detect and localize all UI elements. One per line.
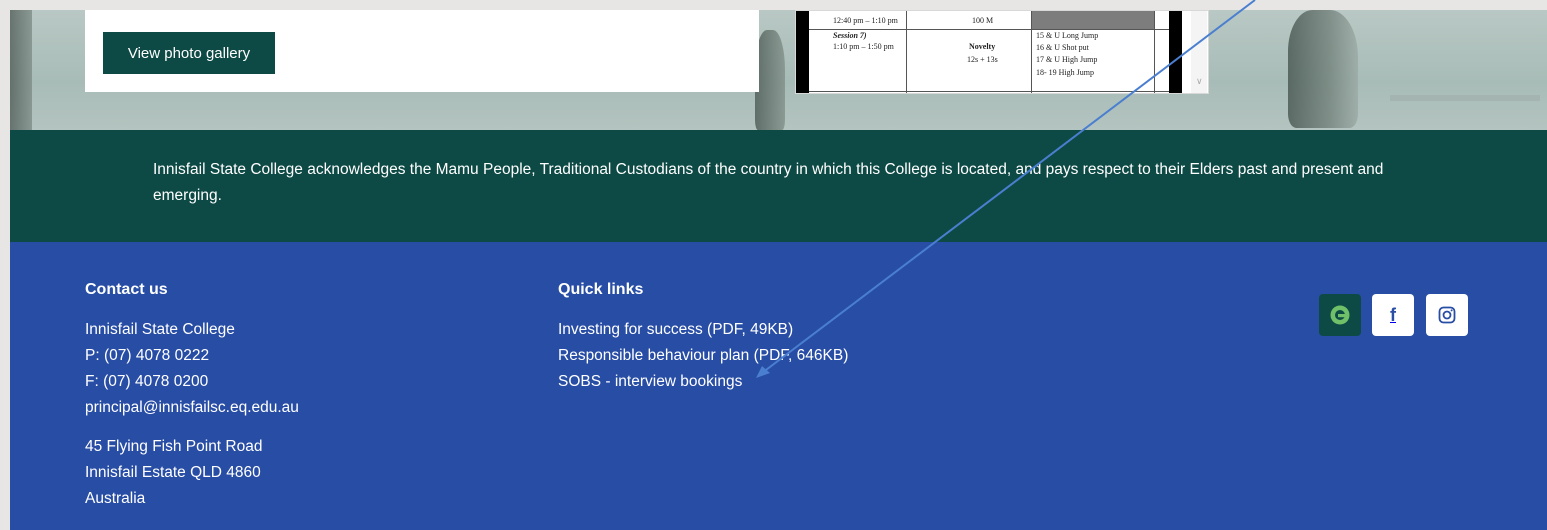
qparents-icon[interactable]	[1319, 294, 1361, 336]
schedule-time: 12:40 pm – 1:10 pm	[833, 16, 898, 25]
instagram-glyph	[1438, 306, 1456, 324]
rock-decoration	[755, 30, 785, 130]
site-footer: Contact us Innisfail State College P: (0…	[10, 242, 1547, 530]
schedule-thumbnail[interactable]: 12:40 pm – 1:10 pm 100 M Session 7) 1:10…	[795, 10, 1209, 94]
address-country: Australia	[85, 490, 146, 507]
schedule-event: Novelty	[969, 42, 996, 51]
schedule-sub-event: 15 & U Long Jump	[1036, 31, 1099, 40]
contact-heading: Contact us	[85, 281, 168, 298]
fax-number: F: (07) 4078 0200	[85, 373, 209, 390]
investing-for-success-link[interactable]: Investing for success (PDF, 49KB)	[558, 317, 848, 343]
rock-decoration	[1288, 10, 1358, 128]
schedule-rule	[809, 29, 1169, 30]
email-link[interactable]: principal@innisfailsc.eq.edu.au	[85, 395, 299, 421]
sobs-interview-bookings-link[interactable]: SOBS - interview bookings	[558, 369, 848, 395]
school-name: Innisfail State College	[85, 321, 235, 338]
rock-decoration	[10, 10, 32, 130]
schedule-sub-event: 18- 19 High Jump	[1036, 68, 1094, 77]
phone-number[interactable]: P: (07) 4078 0222	[85, 343, 299, 369]
qparents-glyph	[1330, 305, 1350, 325]
schedule-rule	[809, 91, 1169, 92]
acknowledgement-band: Innisfail State College acknowledges the…	[10, 130, 1547, 242]
schedule-border	[1169, 11, 1182, 93]
quick-links-section: Quick links Investing for success (PDF, …	[558, 280, 848, 395]
instagram-icon[interactable]	[1426, 294, 1468, 336]
facebook-glyph: f	[1390, 304, 1396, 325]
shoreline-decoration	[1390, 95, 1540, 101]
schedule-sub-event: 16 & U Shot put	[1036, 43, 1089, 52]
schedule-group: 12s + 13s	[967, 55, 998, 64]
schedule-session: Session 7)	[833, 31, 867, 40]
chevron-down-icon[interactable]: ∨	[1196, 77, 1203, 87]
hero-background: View photo gallery 12:40 pm – 1:10 pm 10…	[10, 10, 1547, 130]
responsible-behaviour-plan-link[interactable]: Responsible behaviour plan (PDF, 646KB)	[558, 343, 848, 369]
schedule-rule	[906, 11, 907, 93]
view-photo-gallery-button[interactable]: View photo gallery	[103, 32, 275, 74]
schedule-sub-event: 17 & U High Jump	[1036, 55, 1098, 64]
schedule-rule	[1031, 11, 1032, 93]
page-frame: View photo gallery 12:40 pm – 1:10 pm 10…	[10, 10, 1547, 530]
schedule-border	[796, 11, 809, 93]
contact-section: Contact us Innisfail State College P: (0…	[85, 280, 299, 512]
acknowledgement-text: Innisfail State College acknowledges the…	[153, 161, 1384, 204]
address-line: Innisfail Estate QLD 4860	[85, 464, 261, 481]
quick-links-heading: Quick links	[558, 281, 644, 298]
address-line: 45 Flying Fish Point Road	[85, 438, 263, 455]
schedule-time: 1:10 pm – 1:50 pm	[833, 42, 894, 51]
schedule-event: 100 M	[972, 16, 994, 25]
schedule-rule	[1154, 11, 1155, 93]
gallery-card: View photo gallery	[85, 10, 759, 92]
facebook-icon[interactable]: f	[1372, 294, 1414, 336]
schedule-shaded-cell	[1031, 11, 1154, 29]
